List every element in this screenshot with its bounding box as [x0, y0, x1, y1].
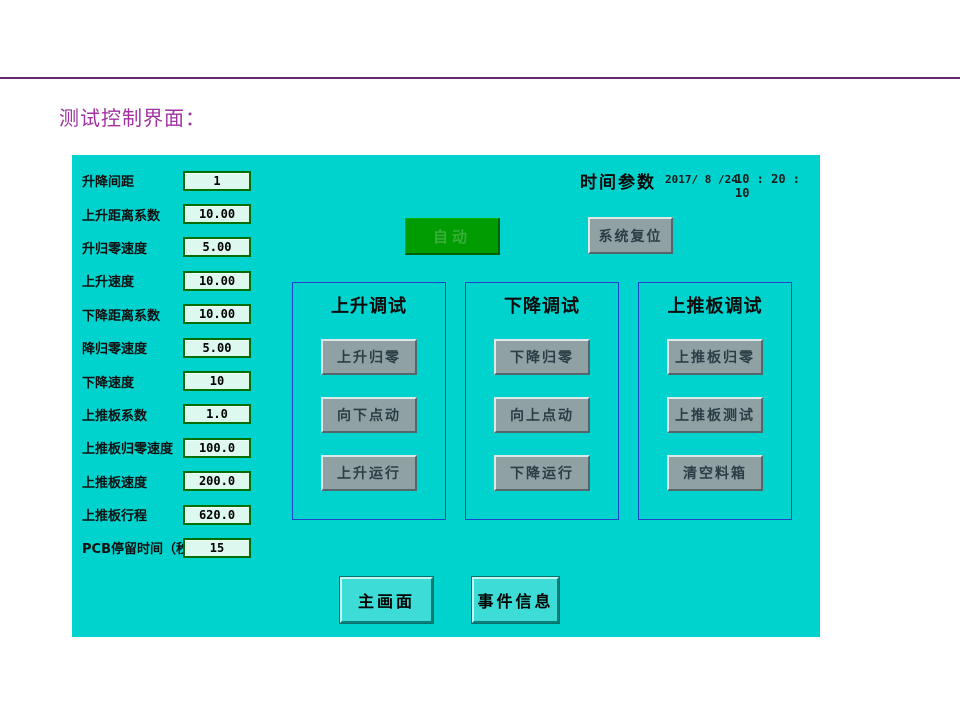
parameter-input-rise-distance-coef[interactable]: 10.00	[183, 204, 251, 224]
parameter-label: 上升距离系数	[82, 205, 160, 224]
parameter-label: 上推板归零速度	[82, 438, 173, 457]
parameter-input-rise-speed[interactable]: 10.00	[183, 271, 251, 291]
pusher-test-button[interactable]: 上推板测试	[667, 397, 763, 433]
top-divider	[0, 77, 960, 79]
parameter-label: 下降距离系数	[82, 305, 160, 324]
pusher-zero-button[interactable]: 上推板归零	[667, 339, 763, 375]
parameter-input-pcb-dwell-time[interactable]: 15	[183, 538, 251, 558]
parameter-row: 升降间距 1	[82, 164, 342, 197]
parameter-row: PCB停留时间（秒） 15	[82, 531, 342, 564]
parameter-input-rise-zero-speed[interactable]: 5.00	[183, 237, 251, 257]
empty-bin-button[interactable]: 清空料箱	[667, 455, 763, 491]
parameter-input-pusher-zero-speed[interactable]: 100.0	[183, 438, 251, 458]
parameter-input-lift-gap[interactable]: 1	[183, 171, 251, 191]
page-title: 测试控制界面：	[59, 102, 206, 131]
descend-run-button[interactable]: 下降运行	[494, 455, 590, 491]
time-params-label: 时间参数	[580, 168, 656, 193]
clock-display: 10 : 20 : 10	[735, 172, 820, 200]
group-title: 下降调试	[466, 292, 618, 318]
system-reset-button[interactable]: 系统复位	[588, 217, 673, 254]
main-screen-button[interactable]: 主画面	[340, 577, 433, 623]
parameter-row: 上升距离系数 10.00	[82, 197, 342, 230]
parameter-label: 升归零速度	[82, 238, 147, 257]
parameter-label: 降归零速度	[82, 338, 147, 357]
event-info-button[interactable]: 事件信息	[472, 577, 559, 623]
jog-up-button[interactable]: 向上点动	[494, 397, 590, 433]
rise-zero-button[interactable]: 上升归零	[321, 339, 417, 375]
rise-run-button[interactable]: 上升运行	[321, 455, 417, 491]
parameter-input-descend-zero-speed[interactable]: 5.00	[183, 338, 251, 358]
parameter-label: 上推板速度	[82, 472, 147, 491]
descend-zero-button[interactable]: 下降归零	[494, 339, 590, 375]
parameter-label: 上升速度	[82, 271, 134, 290]
hmi-panel: 升降间距 1 上升距离系数 10.00 升归零速度 5.00 上升速度 10.0…	[72, 155, 820, 637]
group-pusher-debug: 上推板调试 上推板归零 上推板测试 清空料箱	[638, 282, 792, 520]
parameter-label: 上推板系数	[82, 405, 147, 424]
date-display: 2017/ 8 /24	[665, 173, 738, 186]
auto-mode-button[interactable]: 自动	[405, 218, 500, 255]
parameter-input-pusher-coef[interactable]: 1.0	[183, 404, 251, 424]
parameter-input-pusher-speed[interactable]: 200.0	[183, 471, 251, 491]
parameter-input-descend-distance-coef[interactable]: 10.00	[183, 304, 251, 324]
parameter-row: 升归零速度 5.00	[82, 231, 342, 264]
parameter-input-descend-speed[interactable]: 10	[183, 371, 251, 391]
parameter-label: 上推板行程	[82, 505, 147, 524]
parameter-input-pusher-stroke[interactable]: 620.0	[183, 505, 251, 525]
parameter-label: 下降速度	[82, 372, 134, 391]
group-title: 上推板调试	[639, 292, 791, 318]
parameter-label: 升降间距	[82, 171, 134, 190]
group-rise-debug: 上升调试 上升归零 向下点动 上升运行	[292, 282, 446, 520]
group-descend-debug: 下降调试 下降归零 向上点动 下降运行	[465, 282, 619, 520]
jog-down-button[interactable]: 向下点动	[321, 397, 417, 433]
group-title: 上升调试	[293, 292, 445, 318]
